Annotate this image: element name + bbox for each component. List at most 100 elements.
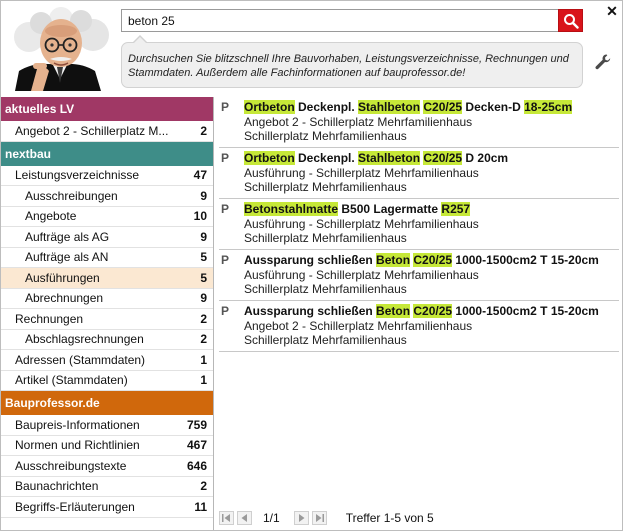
result-item[interactable]: P Ortbeton Deckenpl. Stahlbeton C20/25 D … [219,148,619,199]
result-project: Schillerplatz Mehrfamilienhaus [244,231,407,245]
sidebar-item-baupreis-informationen[interactable]: Baupreis-Informationen 759 [1,415,213,436]
sidebar-item-count: 5 [200,250,207,265]
sidebar-item-auftraege-als-an[interactable]: Aufträge als AN 5 [1,248,213,268]
sidebar-divider [213,97,214,530]
section-nextbau: nextbau [1,141,213,166]
sidebar-item-normen-und-richtlinien[interactable]: Normen und Richtlinien 467 [1,436,213,456]
sidebar-item-label: Begriffs-Erläuterungen [15,499,135,514]
result-title: Ortbeton Deckenpl. Stahlbeton C20/25 Dec… [244,100,619,115]
sidebar-item-label: Baupreis-Informationen [15,417,140,432]
sidebar-item-baunachrichten[interactable]: Baunachrichten 2 [1,477,213,497]
next-page-button[interactable] [293,511,309,525]
section-aktuelles-lv: aktuelles LV [1,97,213,121]
sidebar-item-label: Ausführungen [25,270,100,285]
prev-page-icon [241,514,247,522]
last-page-button[interactable] [311,511,327,525]
highlighted-term: Betonstahlmatte [244,202,339,216]
title-text: Deckenpl. [294,100,359,114]
sidebar-item-count: 10 [193,209,207,224]
sidebar-item-count: 9 [200,188,207,203]
tip-arrow-inner [134,37,146,43]
sidebar-item-count: 2 [200,311,207,326]
sidebar-item-abschlagsrechnungen[interactable]: Abschlagsrechnungen 2 [1,330,213,350]
sidebar-item-count: 2 [200,479,207,494]
sidebar-item-ausschreibungen[interactable]: Ausschreibungen 9 [1,186,213,207]
results-list: P Ortbeton Deckenpl. Stahlbeton C20/25 De… [219,97,619,352]
section-bauprofessor: Bauprofessor.de [1,391,213,415]
result-item[interactable]: P Ortbeton Deckenpl. Stahlbeton C20/25 De… [219,97,619,148]
sidebar-item-ausfuehrungen[interactable]: Ausführungen 5 [1,268,213,289]
title-text: Deckenpl. [294,151,359,165]
sidebar-item-label: Ausschreibungstexte [15,458,127,473]
sidebar-item-adressen-stammdaten[interactable]: Adressen (Stammdaten) 1 [1,350,213,371]
wrench-icon[interactable] [594,53,612,71]
sidebar-item-angebot-2[interactable]: Angebot 2 - Schillerplatz M... 2 [1,121,213,142]
search-button[interactable] [558,9,583,32]
title-text: 1000-1500cm2 T 15-20cm [452,253,599,267]
sidebar-item-count: 467 [186,438,207,453]
sidebar-item-label: Baunachrichten [15,479,99,494]
search-tip: Durchsuchen Sie blitzschnell Ihre Bauvor… [121,42,583,88]
sidebar-item-count: 9 [200,291,207,306]
result-title: Aussparung schließen Beton C20/25 1000-1… [244,253,619,268]
title-text: Aussparung schließen [244,253,377,267]
highlighted-term: C20/25 [423,151,463,165]
close-icon[interactable]: ✕ [605,4,619,18]
sidebar-item-count: 646 [186,458,207,473]
sidebar-item-count: 2 [200,332,207,347]
sidebar-item-count: 2 [200,123,207,138]
title-text: Aussparung schließen [244,304,377,318]
result-context: Angebot 2 - Schillerplatz Mehrfamilienha… [244,115,473,129]
sidebar-item-count: 759 [186,417,207,432]
position-tag: P [221,151,230,165]
sidebar-item-leistungsverzeichnisse[interactable]: Leistungsverzeichnisse 47 [1,166,213,186]
sidebar-item-rechnungen[interactable]: Rechnungen 2 [1,309,213,330]
sidebar-item-count: 9 [200,229,207,244]
sidebar: aktuelles LV Angebot 2 - Schillerplatz M… [1,97,213,530]
result-context: Ausführung - Schillerplatz Mehrfamilienh… [244,166,479,180]
page-indicator: 1/1 [263,511,280,525]
pagination: 1/1 Treffer 1-5 von 5 [219,509,434,527]
search-input[interactable] [121,9,559,32]
result-item[interactable]: P Aussparung schließen Beton C20/25 1000-… [219,250,619,301]
highlighted-term: C20/25 [423,100,463,114]
highlighted-term: Ortbeton [244,100,295,114]
sidebar-item-artikel-stammdaten[interactable]: Artikel (Stammdaten) 1 [1,371,213,391]
highlighted-term: Ortbeton [244,151,295,165]
position-tag: P [221,100,230,114]
sidebar-item-label: Angebot 2 - Schillerplatz M... [15,123,169,138]
highlighted-term: 18-25cm [524,100,573,114]
sidebar-item-begriffs-erlaeuterungen[interactable]: Begriffs-Erläuterungen 11 [1,497,213,518]
position-tag: P [221,202,230,216]
highlighted-term: C20/25 [413,304,453,318]
sidebar-item-label: Abschlagsrechnungen [25,332,144,347]
sidebar-item-count: 1 [200,373,207,388]
result-title: Ortbeton Deckenpl. Stahlbeton C20/25 D 2… [244,151,619,166]
title-text: D 20cm [462,151,509,165]
highlighted-term: C20/25 [413,253,453,267]
result-project: Schillerplatz Mehrfamilienhaus [244,333,407,347]
first-page-button[interactable] [219,511,234,525]
search-window: ✕ Durchsuchen Sie blitzschnell Ihre Bauv… [0,0,623,531]
sidebar-item-label: Angebote [25,209,77,224]
hit-count: Treffer 1-5 von 5 [345,511,434,525]
sidebar-item-count: 11 [194,499,207,514]
result-item[interactable]: P Betonstahlmatte B500 Lagermatte R257 Aus… [219,199,619,250]
highlighted-term: Stahlbeton [358,151,421,165]
sidebar-item-count: 47 [193,168,207,183]
sidebar-item-angebote[interactable]: Angebote 10 [1,207,213,227]
highlighted-term: Beton [376,253,411,267]
prev-page-button[interactable] [237,511,252,525]
sidebar-item-label: Aufträge als AN [25,250,109,265]
result-item[interactable]: P Aussparung schließen Beton C20/25 1000-… [219,301,619,352]
sidebar-item-label: Aufträge als AG [25,229,110,244]
highlighted-term: Beton [376,304,411,318]
next-page-icon [298,514,305,522]
sidebar-item-ausschreibungstexte[interactable]: Ausschreibungstexte 646 [1,456,213,477]
sidebar-item-auftraege-als-ag[interactable]: Aufträge als AG 9 [1,227,213,248]
search-icon [563,13,579,29]
sidebar-item-label: Adressen (Stammdaten) [15,352,146,367]
title-text: B500 Lagermatte [338,202,442,216]
sidebar-item-label: Leistungsverzeichnisse [15,168,140,183]
sidebar-item-abrechnungen[interactable]: Abrechnungen 9 [1,289,213,309]
